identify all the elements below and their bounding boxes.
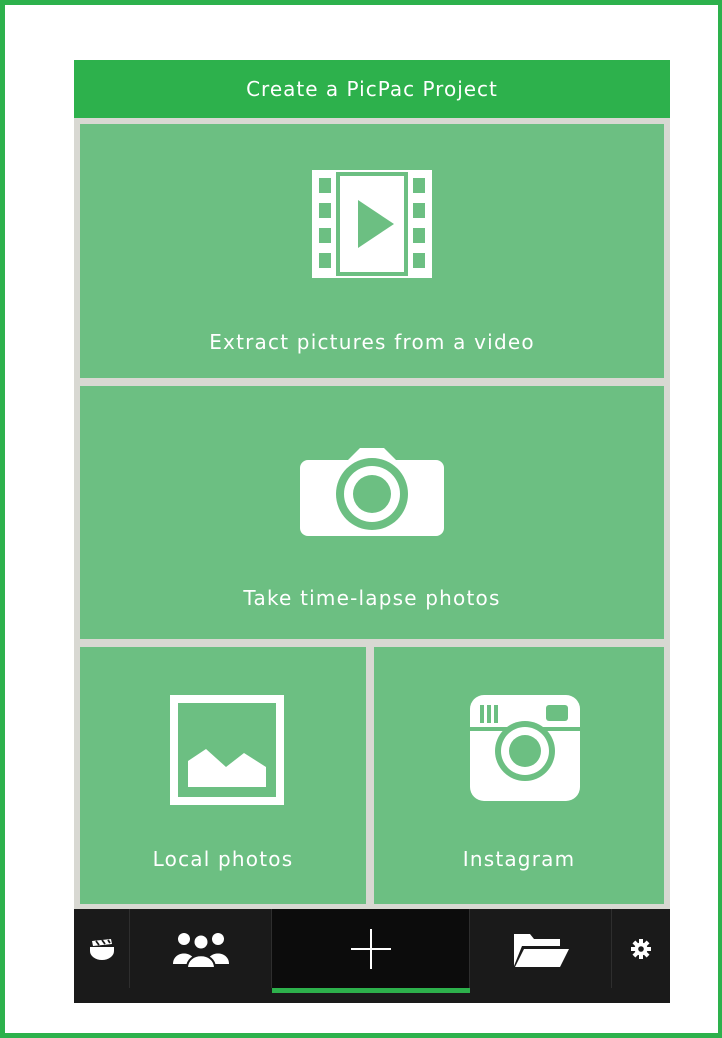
clapperboard-icon bbox=[89, 938, 114, 960]
bottom-tab-bar bbox=[74, 909, 670, 1003]
instagram-label: Instagram bbox=[462, 847, 576, 871]
local-photos-option[interactable]: Local photos bbox=[80, 647, 366, 904]
tab-projects[interactable] bbox=[74, 909, 130, 988]
extract-video-label: Extract pictures from a video bbox=[209, 330, 535, 354]
tab-files[interactable] bbox=[470, 909, 612, 988]
tab-settings[interactable] bbox=[612, 909, 670, 988]
picture-landscape-icon bbox=[170, 695, 284, 805]
local-photos-label: Local photos bbox=[152, 847, 294, 871]
folder-icon bbox=[513, 933, 569, 967]
timelapse-label: Take time-lapse photos bbox=[243, 586, 501, 610]
plus-icon bbox=[350, 928, 391, 969]
timelapse-option[interactable]: Take time-lapse photos bbox=[80, 386, 664, 639]
camera-icon bbox=[300, 448, 444, 536]
active-tab-indicator bbox=[272, 988, 470, 993]
instagram-camera-icon bbox=[470, 695, 580, 801]
app-screen: Create a PicPac Project Extract pictures… bbox=[74, 60, 670, 1003]
gear-icon bbox=[631, 938, 651, 959]
extract-video-option[interactable]: Extract pictures from a video bbox=[80, 124, 664, 378]
people-icon bbox=[172, 932, 229, 968]
tab-create[interactable] bbox=[272, 909, 470, 988]
page-title: Create a PicPac Project bbox=[74, 60, 670, 118]
film-strip-play-icon bbox=[312, 170, 432, 278]
instagram-option[interactable]: Instagram bbox=[374, 647, 664, 904]
tab-community[interactable] bbox=[130, 909, 272, 988]
